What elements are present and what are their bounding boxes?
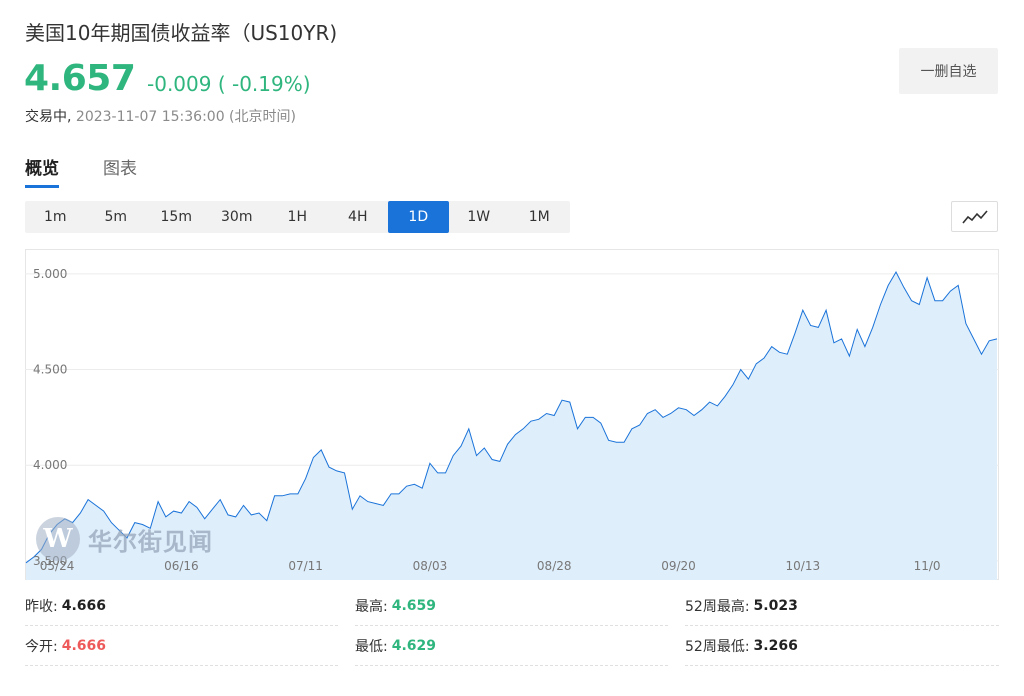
- stat-label: 52周最低:: [685, 638, 750, 655]
- stat-label: 最高:: [355, 598, 388, 615]
- x-tick-label: 06/16: [164, 559, 199, 573]
- stat-52w-low: 52周最低: 3.266: [685, 626, 999, 666]
- timestamp: 2023-11-07 15:36:00 (北京时间): [75, 109, 296, 125]
- line-chart-icon: [961, 209, 988, 224]
- tab-overview[interactable]: 概览: [25, 154, 59, 188]
- stat-label: 52周最高:: [685, 598, 750, 615]
- stat-label: 昨收:: [25, 598, 58, 615]
- stat-label: 今开:: [25, 638, 58, 655]
- stat-value: 3.266: [753, 637, 798, 654]
- y-tick-label: 4.000: [33, 458, 67, 472]
- stat-open: 今开: 4.666: [25, 626, 338, 666]
- stat-low: 最低: 4.629: [355, 626, 668, 666]
- stat-value: 4.629: [391, 637, 437, 654]
- price-change: -0.009 ( -0.19%): [147, 72, 311, 96]
- y-tick-label: 5.000: [33, 267, 67, 281]
- period-1mo-button[interactable]: 1M: [509, 201, 570, 233]
- x-tick-label: 09/20: [661, 559, 696, 573]
- remove-watchlist-button[interactable]: 一删自选: [899, 48, 998, 94]
- stat-high: 最高: 4.659: [355, 586, 668, 626]
- x-tick-label: 08/28: [537, 559, 572, 573]
- watermark: W 华尔街见闻: [36, 517, 213, 561]
- period-1d-button[interactable]: 1D: [388, 201, 449, 233]
- stat-value: 4.666: [61, 637, 107, 654]
- x-tick-label: 05/24: [40, 559, 75, 573]
- period-1w-button[interactable]: 1W: [449, 201, 510, 233]
- period-4h-button[interactable]: 4H: [328, 201, 389, 233]
- stat-prev-close: 昨收: 4.666: [25, 586, 338, 626]
- stat-value: 4.666: [61, 597, 107, 614]
- x-tick-label: 10/13: [786, 559, 821, 573]
- period-30m-button[interactable]: 30m: [207, 201, 268, 233]
- wallstreetcn-logo-icon: W: [36, 517, 80, 561]
- y-tick-label: 4.500: [33, 363, 67, 377]
- tab-chart[interactable]: 图表: [103, 154, 137, 188]
- trading-status: 交易中, 2023-11-07 15:36:00 (北京时间): [25, 106, 296, 126]
- x-tick-label: 07/11: [288, 559, 323, 573]
- period-15m-button[interactable]: 15m: [146, 201, 207, 233]
- x-tick-label: 11/0: [914, 559, 941, 573]
- period-selector: 1m 5m 15m 30m 1H 4H 1D 1W 1M: [25, 201, 570, 233]
- stat-value: 5.023: [753, 597, 798, 614]
- tab-bar: 概览 图表: [25, 154, 181, 188]
- period-5m-button[interactable]: 5m: [86, 201, 147, 233]
- stat-52w-high: 52周最高: 5.023: [685, 586, 999, 626]
- stat-label: 最低:: [355, 638, 388, 655]
- period-1m-button[interactable]: 1m: [25, 201, 86, 233]
- period-1h-button[interactable]: 1H: [267, 201, 328, 233]
- current-price: 4.657: [24, 58, 136, 99]
- chart-type-button[interactable]: [951, 201, 998, 232]
- stat-value: 4.659: [391, 597, 437, 614]
- status-label: 交易中,: [25, 109, 72, 125]
- x-tick-label: 08/03: [413, 559, 448, 573]
- watermark-text: 华尔街见闻: [88, 526, 213, 556]
- page-title: 美国10年期国债收益率（US10YR): [25, 21, 338, 45]
